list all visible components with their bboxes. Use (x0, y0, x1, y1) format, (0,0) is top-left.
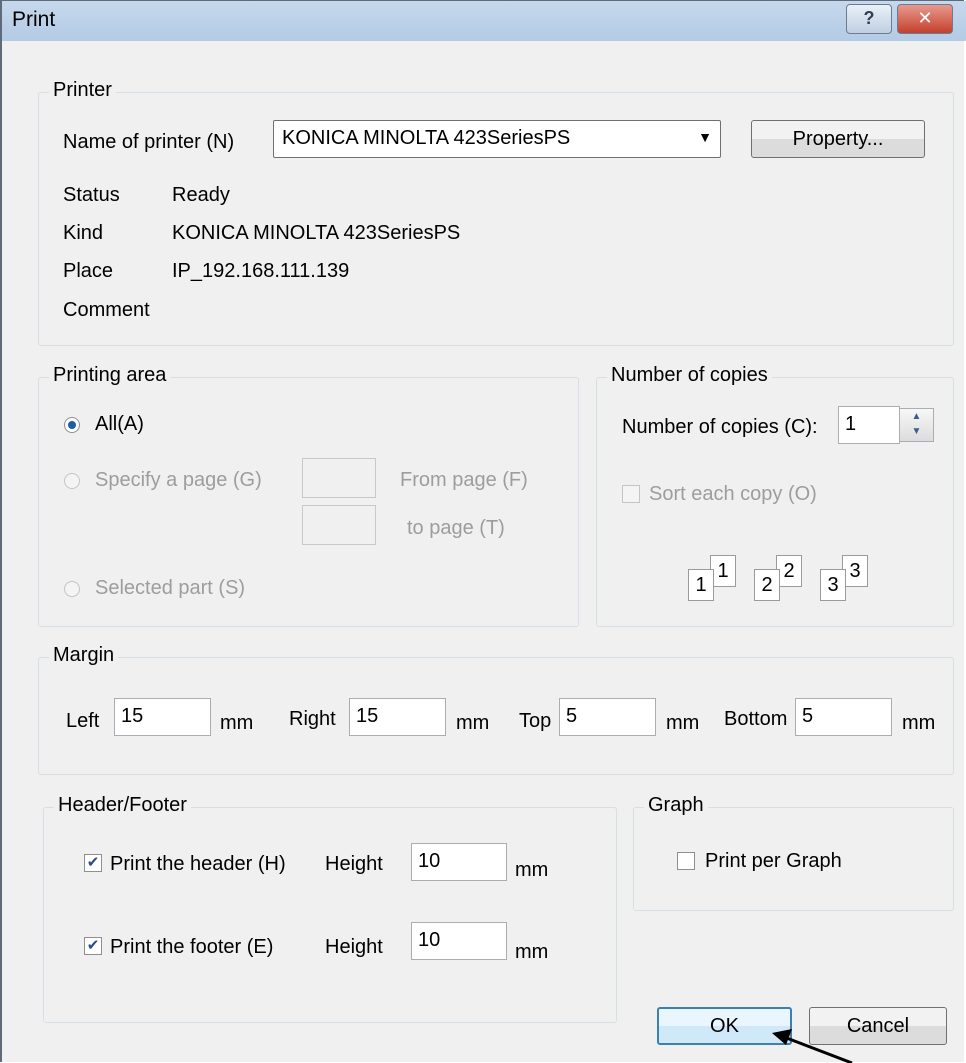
annotation-arrow-line (783, 1035, 853, 1063)
annotation-arrow (772, 1029, 853, 1063)
annotation-arrow-head (772, 1029, 792, 1045)
print-dialog: Print ? ✕ Printer Name of printer (N) KO… (0, 0, 966, 1063)
